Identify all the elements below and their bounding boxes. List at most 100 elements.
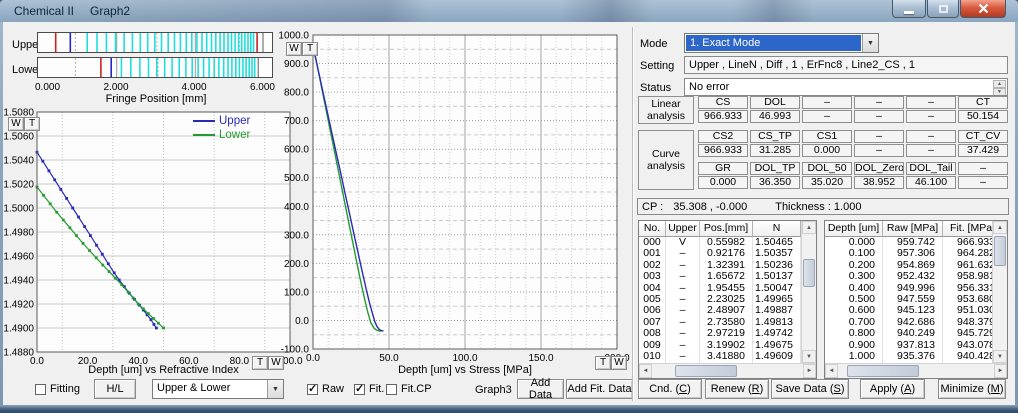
table-cell: 953.680 [943, 294, 992, 305]
svg-text:1.5040: 1.5040 [3, 156, 34, 167]
analysis-cell: CS1 [802, 130, 852, 143]
renew-button[interactable]: Renew (R) [705, 379, 769, 399]
spinner-down-icon[interactable]: ▼ [993, 88, 1006, 96]
table-row[interactable]: 010–3.418801.49609 [639, 351, 801, 362]
table-row[interactable]: 0.500947.559953.680 [825, 294, 992, 305]
table-row[interactable]: 006–2.489071.49887 [639, 305, 801, 316]
minimize-window-button[interactable] [892, 0, 926, 18]
table-cell: 958.981 [943, 271, 992, 282]
svg-text:1.5000: 1.5000 [3, 204, 34, 215]
w-toggle-button[interactable]: W [611, 356, 627, 370]
column-header[interactable]: Depth [um] [825, 221, 883, 237]
scroll-left-icon[interactable]: ◄ [825, 364, 838, 378]
setting-label: Setting [640, 60, 674, 72]
hl-button[interactable]: H/L [94, 379, 136, 399]
table-row[interactable]: 004–1.954551.50047 [639, 283, 801, 294]
column-header[interactable]: Fit. [MPa] [943, 221, 992, 237]
series-select[interactable]: Upper & Lower ▼ [152, 379, 284, 399]
horizontal-scrollbar[interactable]: ◄ ► [639, 363, 816, 378]
spinner-up-icon[interactable]: ▲ [993, 80, 1006, 88]
scroll-down-icon[interactable]: ▼ [802, 350, 816, 363]
add-data-button[interactable]: Add Data [517, 379, 564, 399]
analysis-cell: – [854, 96, 904, 109]
vertical-scrollbar[interactable]: ▲ ▼ [992, 221, 1007, 363]
table-cell: 1.49675 [753, 340, 801, 351]
column-header[interactable]: Upper [666, 221, 700, 237]
column-header[interactable]: Pos.[mm] [700, 221, 753, 237]
table-row[interactable]: 007–2.735801.49813 [639, 317, 801, 328]
scroll-up-icon[interactable]: ▲ [802, 221, 816, 234]
stress-chart-caption: Depth [um] vs Stress [MPa] [313, 364, 617, 376]
scroll-left-icon[interactable]: ◄ [639, 364, 652, 378]
column-header[interactable]: No. [639, 221, 666, 237]
table-row[interactable]: 003–1.656721.50137 [639, 271, 801, 282]
w-toggle-button[interactable]: W [286, 42, 302, 56]
table-cell: 949.996 [883, 283, 943, 294]
legend-item-lower: Lower [193, 128, 250, 142]
table-row[interactable]: 000V0.559821.50465 [639, 237, 801, 248]
cnd-button[interactable]: Cnd. (C) [638, 379, 702, 399]
scroll-right-icon[interactable]: ► [803, 364, 816, 378]
table-row[interactable]: 0.900937.813943.078 [825, 340, 992, 351]
table-row[interactable]: 001–0.921761.50357 [639, 248, 801, 259]
table-cell: 0.600 [825, 305, 883, 316]
t-toggle-button[interactable]: T [252, 356, 268, 370]
table-row[interactable]: 0.200954.869961.632 [825, 260, 992, 271]
save-data-button[interactable]: Save Data (S) [771, 379, 849, 399]
svg-text:1.5060: 1.5060 [3, 132, 34, 143]
t-toggle-button[interactable]: T [595, 356, 611, 370]
t-toggle-button[interactable]: T [24, 117, 40, 131]
fitcp-checkbox[interactable]: Fit.CP [386, 382, 432, 396]
mode-select[interactable]: 1. Exact Mode ▼ [684, 33, 879, 53]
add-fit-data-button[interactable]: Add Fit. Data [566, 379, 633, 399]
scrollbar-thumb[interactable] [994, 236, 1006, 266]
table-row[interactable]: 008–2.972191.49742 [639, 328, 801, 339]
scrollbar-thumb[interactable] [847, 365, 919, 377]
table-row[interactable]: 0.300952.432958.981 [825, 271, 992, 282]
table-row[interactable]: 005–2.230251.49965 [639, 294, 801, 305]
column-header[interactable]: N [753, 221, 801, 237]
close-window-button[interactable] [960, 0, 1006, 18]
chevron-down-icon[interactable]: ▼ [267, 380, 283, 398]
table-body: 0.000959.742966.9330.100957.306964.2820.… [825, 237, 992, 363]
svg-text:1.4980: 1.4980 [3, 228, 34, 239]
table-row[interactable]: 0.400949.996956.331 [825, 283, 992, 294]
analysis-cell: – [854, 130, 904, 143]
table-row[interactable]: 0.000959.742966.933 [825, 237, 992, 248]
table-row[interactable]: 009–3.199021.49675 [639, 340, 801, 351]
scroll-down-icon[interactable]: ▼ [993, 350, 1007, 363]
table-row[interactable]: 0.600945.123951.030 [825, 305, 992, 316]
scroll-up-icon[interactable]: ▲ [993, 221, 1007, 234]
vertical-scrollbar[interactable]: ▲ ▼ [801, 221, 816, 363]
fitting-checkbox[interactable]: Fitting [35, 382, 80, 396]
table-row[interactable]: 1.000935.376940.428 [825, 351, 992, 362]
w-toggle-button[interactable]: W [8, 117, 24, 131]
maximize-icon [939, 5, 948, 13]
scroll-right-icon[interactable]: ► [994, 364, 1007, 378]
svg-text:150.0: 150.0 [528, 353, 553, 364]
table-row[interactable]: 0.800940.249945.729 [825, 328, 992, 339]
linear-analysis-label: Linearanalysis [638, 96, 694, 124]
table-cell: 1.95455 [700, 283, 753, 294]
checkbox-icon [35, 384, 46, 395]
chevron-down-icon[interactable]: ▼ [862, 34, 878, 52]
maximize-window-button[interactable] [927, 0, 959, 18]
status-field: No error ▲ ▼ [684, 78, 1008, 96]
table-cell: 007 [639, 317, 666, 328]
table-row[interactable]: 0.700942.686948.379 [825, 317, 992, 328]
table-cell: 945.729 [943, 328, 992, 339]
horizontal-scrollbar[interactable]: ◄ ► [825, 363, 1007, 378]
minimize-panel-button[interactable]: Minimize (M) [938, 379, 1006, 399]
raw-checkbox[interactable]: ✓ Raw [307, 382, 344, 396]
scrollbar-thumb[interactable] [675, 365, 737, 377]
analysis-cell: 966.933 [698, 110, 748, 123]
apply-button[interactable]: Apply (A) [860, 379, 925, 399]
table-row[interactable]: 0.100957.306964.282 [825, 248, 992, 259]
t-toggle-button[interactable]: T [302, 42, 318, 56]
column-header[interactable]: Raw [MPa] [883, 221, 943, 237]
title-bar[interactable]: Chemical IIGraph2 [0, 0, 1018, 22]
fit-checkbox[interactable]: ✓ Fit. [354, 382, 384, 396]
analysis-cell: 0.000 [802, 144, 852, 157]
scrollbar-thumb[interactable] [803, 259, 815, 287]
table-row[interactable]: 002–1.323911.50236 [639, 260, 801, 271]
